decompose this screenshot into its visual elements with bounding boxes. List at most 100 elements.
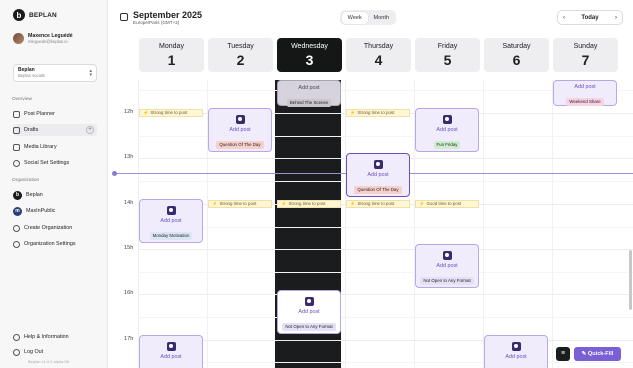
day-name: Thursday xyxy=(363,43,394,50)
post-card-friday-15h[interactable]: Add post Not Open to Any Format xyxy=(415,244,479,288)
sidebar-item-org-beplan[interactable]: b Beplan xyxy=(13,189,97,201)
add-post-label: Add post xyxy=(574,84,596,90)
calendar-grid[interactable]: 12h 13h 14h 15h 16h 17h ⚡ Strong time to … xyxy=(108,80,633,368)
day-number: 3 xyxy=(305,52,314,68)
grid-line xyxy=(138,362,633,363)
plus-icon xyxy=(13,224,20,232)
prev-week-icon[interactable]: ‹ xyxy=(563,15,565,21)
day-header-sunday[interactable]: Sunday 7 xyxy=(553,38,618,72)
hour-label: 17h xyxy=(124,336,134,342)
bolt-icon: ⚡ xyxy=(350,201,356,206)
bolt-icon: ⚡ xyxy=(212,201,218,206)
day-number: 7 xyxy=(581,52,590,68)
add-post-label: Add post xyxy=(298,309,320,315)
image-icon xyxy=(13,143,20,151)
week-view-button[interactable]: Week xyxy=(341,11,368,24)
post-tag: Not Open to Any Format xyxy=(420,276,474,285)
app-logo[interactable]: b BEPLAN xyxy=(13,9,57,21)
good-time-slot[interactable]: ⚡ Good time to post xyxy=(415,200,479,208)
social-set-subtitle: Beplan socials xyxy=(18,73,46,78)
post-card-monday-17h[interactable]: Add post xyxy=(139,335,203,368)
add-post-label: Add post xyxy=(436,127,458,133)
sidebar-item-label: MaxInPublic xyxy=(26,208,56,214)
hour-label: 13h xyxy=(124,154,134,160)
strong-time-slot[interactable]: ⚡ Strong time to post xyxy=(139,109,203,117)
day-header-monday[interactable]: Monday 1 xyxy=(139,38,204,72)
grid-line xyxy=(138,317,633,318)
gear-icon xyxy=(13,159,20,167)
sidebar-item-social-set-settings[interactable]: Social Set Settings xyxy=(13,157,97,169)
sidebar-item-organization-settings[interactable]: Organization Settings xyxy=(13,238,97,250)
strong-time-slot[interactable]: ⚡ Strong time to post xyxy=(277,200,341,208)
day-number: 6 xyxy=(512,52,521,68)
today-button[interactable]: Today xyxy=(581,15,598,21)
avatar xyxy=(13,33,24,44)
timezone-label: Europe/Paris (GMT+2) xyxy=(133,20,180,25)
sidebar-item-label: Drafts xyxy=(24,127,39,133)
grid-line xyxy=(138,340,633,341)
bolt-icon: ⚡ xyxy=(419,201,425,206)
day-name: Sunday xyxy=(573,43,598,50)
day-header-wednesday[interactable]: Wednesday 3 xyxy=(277,38,342,72)
post-card-thursday-13h[interactable]: Add post Question Of The Day xyxy=(346,153,410,197)
post-tag: Weekend Share xyxy=(566,97,604,106)
post-icon xyxy=(373,160,383,169)
calendar-icon xyxy=(13,110,20,118)
post-card-monday-14h[interactable]: Add post Monday Motivation xyxy=(139,199,203,243)
sidebar-item-post-planner[interactable]: Post Planner xyxy=(13,108,97,120)
post-card-wednesday-16h[interactable]: Add post Not Open to Any Format xyxy=(277,290,341,334)
app-name: BEPLAN xyxy=(29,11,57,19)
post-icon xyxy=(511,342,521,351)
add-post-label: Add post xyxy=(367,172,389,178)
post-icon xyxy=(304,297,314,306)
sidebar-item-drafts[interactable]: Drafts + xyxy=(13,124,97,136)
date-navigation: ‹ Today › xyxy=(557,10,623,25)
day-name: Wednesday xyxy=(291,43,328,50)
add-post-label: Add post xyxy=(436,263,458,269)
sidebar-item-create-organization[interactable]: Create Organization xyxy=(13,222,97,234)
strong-time-slot[interactable]: ⚡ Strong time to post xyxy=(208,200,272,208)
vertical-scrollbar[interactable] xyxy=(629,250,632,310)
sidebar-item-media-library[interactable]: Media Library xyxy=(13,141,97,153)
hour-label: 16h xyxy=(124,290,134,296)
slot-label: Strong time to post xyxy=(219,201,257,206)
post-icon xyxy=(235,115,245,124)
sidebar-item-label: Post Planner xyxy=(24,111,55,117)
slot-label: Strong time to post xyxy=(357,110,395,115)
month-view-button[interactable]: Month xyxy=(368,12,395,24)
help-label: Help & Information xyxy=(24,334,69,340)
social-set-select[interactable]: Beplan Beplan socials ▴ ▾ xyxy=(13,64,97,82)
post-tag: Monday Motivation xyxy=(149,231,193,240)
day-number: 5 xyxy=(443,52,452,68)
post-card-wednesday-11h[interactable]: Add post Behind The Scenes xyxy=(277,80,341,107)
calendar-main: September 2025 Europe/Paris (GMT+2) Week… xyxy=(108,0,633,368)
day-header-saturday[interactable]: Saturday 6 xyxy=(484,38,549,72)
menu-button[interactable]: ≡ xyxy=(556,347,570,361)
organization-section-title: Organization xyxy=(12,178,40,183)
help-link[interactable]: Help & Information xyxy=(13,331,97,343)
sidebar-toggle-icon[interactable] xyxy=(120,13,128,21)
logout-button[interactable]: Log Out xyxy=(13,346,97,358)
next-week-icon[interactable]: › xyxy=(615,15,617,21)
post-card-tuesday-12h[interactable]: Add post Question Of The Day xyxy=(208,108,272,152)
day-header-tuesday[interactable]: Tuesday 2 xyxy=(208,38,273,72)
sidebar-item-org-maxinpublic[interactable]: m MaxInPublic xyxy=(13,205,97,217)
strong-time-slot[interactable]: ⚡ Strong time to post xyxy=(346,109,410,117)
post-tag: Fun Friday xyxy=(433,140,461,149)
strong-time-slot[interactable]: ⚡ Strong time to post xyxy=(346,200,410,208)
day-number: 4 xyxy=(374,52,383,68)
add-post-label: Add post xyxy=(160,354,182,360)
grid-line xyxy=(138,294,633,295)
view-toggle: Week Month xyxy=(340,10,396,25)
sidebar: b BEPLAN Maxence Leguédé mleguede@beplan… xyxy=(0,0,108,368)
post-card-sunday-11h[interactable]: Add post Weekend Share xyxy=(553,80,617,106)
day-header-thursday[interactable]: Thursday 4 xyxy=(346,38,411,72)
slot-label: Strong time to post xyxy=(150,110,188,115)
day-number: 2 xyxy=(236,52,245,68)
post-card-friday-12h[interactable]: Add post Fun Friday xyxy=(415,108,479,152)
quick-fill-button[interactable]: ✎ Quick-Fill xyxy=(574,347,621,361)
add-draft-icon[interactable]: + xyxy=(86,126,94,134)
user-profile[interactable]: Maxence Leguédé mleguede@beplan.io xyxy=(13,33,73,44)
post-card-saturday-17h[interactable]: Add post xyxy=(484,335,548,368)
day-header-friday[interactable]: Friday 5 xyxy=(415,38,480,72)
